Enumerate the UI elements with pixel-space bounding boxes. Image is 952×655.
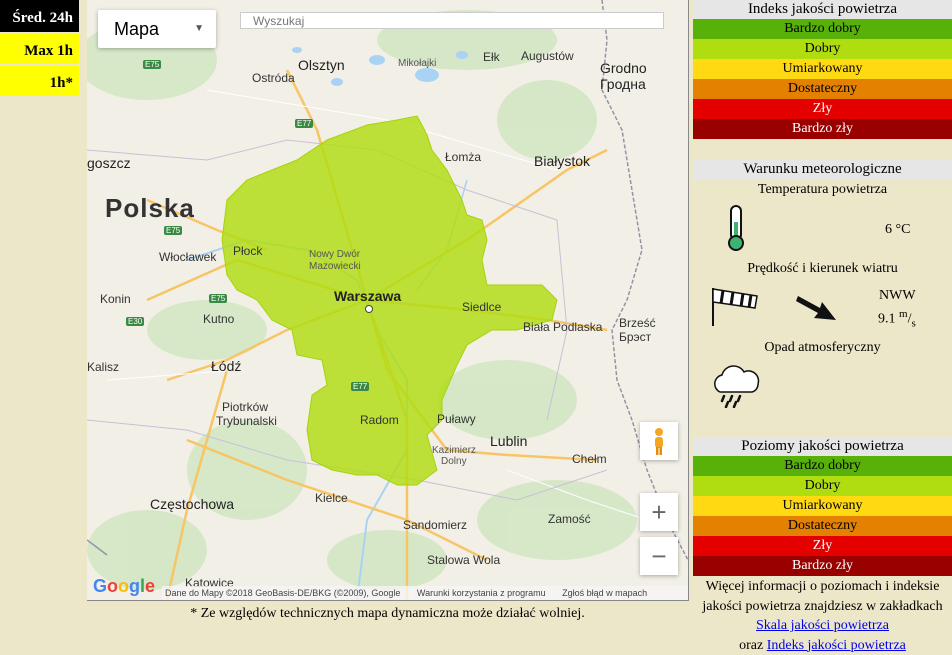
city-label-mazowiecki: Mazowiecki xyxy=(309,261,361,272)
map-footnote: * Ze względów technicznych mapa dynamicz… xyxy=(190,606,585,621)
city-label-mikolajki: Mikołajki xyxy=(398,58,437,69)
map-attribution: Dane do Mapy ©2018 GeoBasis-DE/BKG (©200… xyxy=(162,586,688,600)
levels-legend-title: Poziomy jakości powietrza xyxy=(693,437,952,456)
index-link[interactable]: Indeks jakości powietrza xyxy=(767,638,906,653)
scale-link[interactable]: Skala jakości powietrza xyxy=(756,618,889,633)
levels-legend: Poziomy jakości powietrza Bardzo dobry D… xyxy=(693,437,952,576)
index-level-very-good: Bardzo dobry xyxy=(693,19,952,39)
tab-1h[interactable]: 1h* xyxy=(0,66,79,98)
city-label-elk: Ełk xyxy=(483,50,500,64)
street-view-pegman-icon[interactable] xyxy=(640,422,678,460)
level-bad: Zły xyxy=(693,536,952,556)
precipitation-label: Opad atmosferyczny xyxy=(764,340,881,355)
wind-label: Prędkość i kierunek wiatru xyxy=(747,261,898,276)
city-label-zamosc: Zamość xyxy=(548,512,591,526)
index-level-moderate: Umiarkowany xyxy=(693,59,952,79)
temperature-label: Temperatura powietrza xyxy=(757,182,888,197)
level-good: Dobry xyxy=(693,476,952,496)
city-label-goszcz: goszcz xyxy=(87,155,131,171)
wind-speed: 9.1 m/s xyxy=(878,308,916,330)
index-level-bad: Zły xyxy=(693,99,952,119)
city-label-augustow: Augustów xyxy=(521,49,574,63)
mode-tabs: Śred. 24h Max 1h 1h* xyxy=(0,0,79,98)
thermometer-icon xyxy=(723,204,749,257)
level-very-good: Bardzo dobry xyxy=(693,456,952,476)
map-view[interactable]: Polska Olsztyn Ostróda Mikołajki Ełk Aug… xyxy=(87,0,689,601)
road-shield: E77 xyxy=(295,119,314,128)
city-label-lodz: Łódź xyxy=(211,358,242,374)
level-moderate: Umiarkowany xyxy=(693,496,952,516)
city-label-grodno: Grodno xyxy=(600,60,647,76)
level-sufficient: Dostateczny xyxy=(693,516,952,536)
windsock-icon xyxy=(709,284,761,333)
level-very-bad: Bardzo zły xyxy=(693,556,952,576)
city-label-trybunalski: Trybunalski xyxy=(216,414,277,428)
city-label-pulawy: Puławy xyxy=(437,412,476,426)
zoom-out-button[interactable]: − xyxy=(640,537,678,575)
index-level-good: Dobry xyxy=(693,39,952,59)
info-text-1: Więcej informacji o poziomach i indeksie… xyxy=(702,579,943,614)
city-label-konin: Konin xyxy=(100,292,131,306)
temperature-value: 6 °C xyxy=(885,222,911,237)
info-text-2: oraz xyxy=(739,637,764,653)
city-label-nowy-dwor: Nowy Dwór xyxy=(309,249,361,260)
country-label: Polska xyxy=(105,193,195,223)
index-level-very-bad: Bardzo zły xyxy=(693,119,952,139)
road-shield: E30 xyxy=(126,317,145,326)
city-label-olsztyn: Olsztyn xyxy=(298,57,345,73)
city-label-kazimierz: Kazimierz xyxy=(432,445,476,456)
city-label-plock: Płock xyxy=(233,244,263,258)
map-type-label: Mapa xyxy=(114,19,160,39)
city-label-dolny: Dolny xyxy=(441,456,467,467)
city-label-kielce: Kielce xyxy=(315,491,348,505)
zoom-in-button[interactable]: + xyxy=(640,493,678,531)
terms-link[interactable]: Warunki korzystania z programu xyxy=(417,588,546,598)
city-label-chelm: Chełm xyxy=(572,452,607,466)
map-type-dropdown[interactable]: Mapa ▼ xyxy=(98,10,216,48)
wind-speed-value: 9.1 xyxy=(878,311,896,327)
city-label-sandomierz: Sandomierz xyxy=(403,518,468,532)
index-legend: Indeks jakości powietrza Bardzo dobry Do… xyxy=(693,0,952,139)
more-info-text: Więcej informacji o poziomach i indeksie… xyxy=(693,577,952,655)
city-label-biala-podlaska: Biała Podlaska xyxy=(523,320,603,334)
dropdown-caret-icon: ▼ xyxy=(194,23,204,34)
road-shield: E77 xyxy=(351,382,370,391)
meteo-title: Warunku meteorologiczne xyxy=(693,160,952,179)
city-label-siedlce: Siedlce xyxy=(462,300,502,314)
road-shield: E75 xyxy=(164,226,183,235)
road-shield: E75 xyxy=(209,294,228,303)
city-label-czestochowa: Częstochowa xyxy=(150,496,235,512)
map-data-credit: Dane do Mapy ©2018 GeoBasis-DE/BKG (©200… xyxy=(165,588,401,598)
city-label-lublin: Lublin xyxy=(490,433,528,449)
city-label-piotrkow: Piotrków xyxy=(222,400,269,414)
index-level-sufficient: Dostateczny xyxy=(693,79,952,99)
city-label-wloclawek: Włocławek xyxy=(159,250,217,264)
city-label-stalowa-wola: Stalowa Wola xyxy=(427,553,501,567)
rain-cloud-icon xyxy=(710,362,762,413)
city-label-bialystok: Białystok xyxy=(534,153,591,169)
tab-max-1h[interactable]: Max 1h xyxy=(0,34,79,66)
google-logo[interactable]: Google xyxy=(93,576,155,597)
city-label-kutno: Kutno xyxy=(203,312,235,326)
wind-unit-numerator: m xyxy=(899,308,908,320)
tab-avg-24h[interactable]: Śred. 24h xyxy=(0,0,79,34)
wind-direction-value: NWW xyxy=(879,288,916,303)
report-error-link[interactable]: Zgłoś błąd w mapach xyxy=(562,588,647,598)
meteo-panel: Warunku meteorologiczne Temperatura powi… xyxy=(693,160,952,430)
city-label-radom: Radom xyxy=(360,413,399,427)
city-label-brzesc: Brześć xyxy=(619,316,656,330)
wind-unit-denominator: s xyxy=(911,317,916,330)
map-search-input[interactable] xyxy=(240,12,664,29)
city-label-ostroda: Ostróda xyxy=(252,71,295,85)
warszawa-marker xyxy=(365,305,373,313)
city-label-brest-cyrillic: Брэст xyxy=(619,330,652,344)
road-shield: E75 xyxy=(143,60,162,69)
city-label-grodno-cyrillic: Гродна xyxy=(600,76,646,92)
city-label-lomza: Łomża xyxy=(445,150,482,164)
index-legend-title: Indeks jakości powietrza xyxy=(693,0,952,19)
city-label-kalisz: Kalisz xyxy=(87,360,120,374)
city-label-warszawa: Warszawa xyxy=(334,288,402,304)
wind-direction-arrow-icon xyxy=(796,290,838,329)
